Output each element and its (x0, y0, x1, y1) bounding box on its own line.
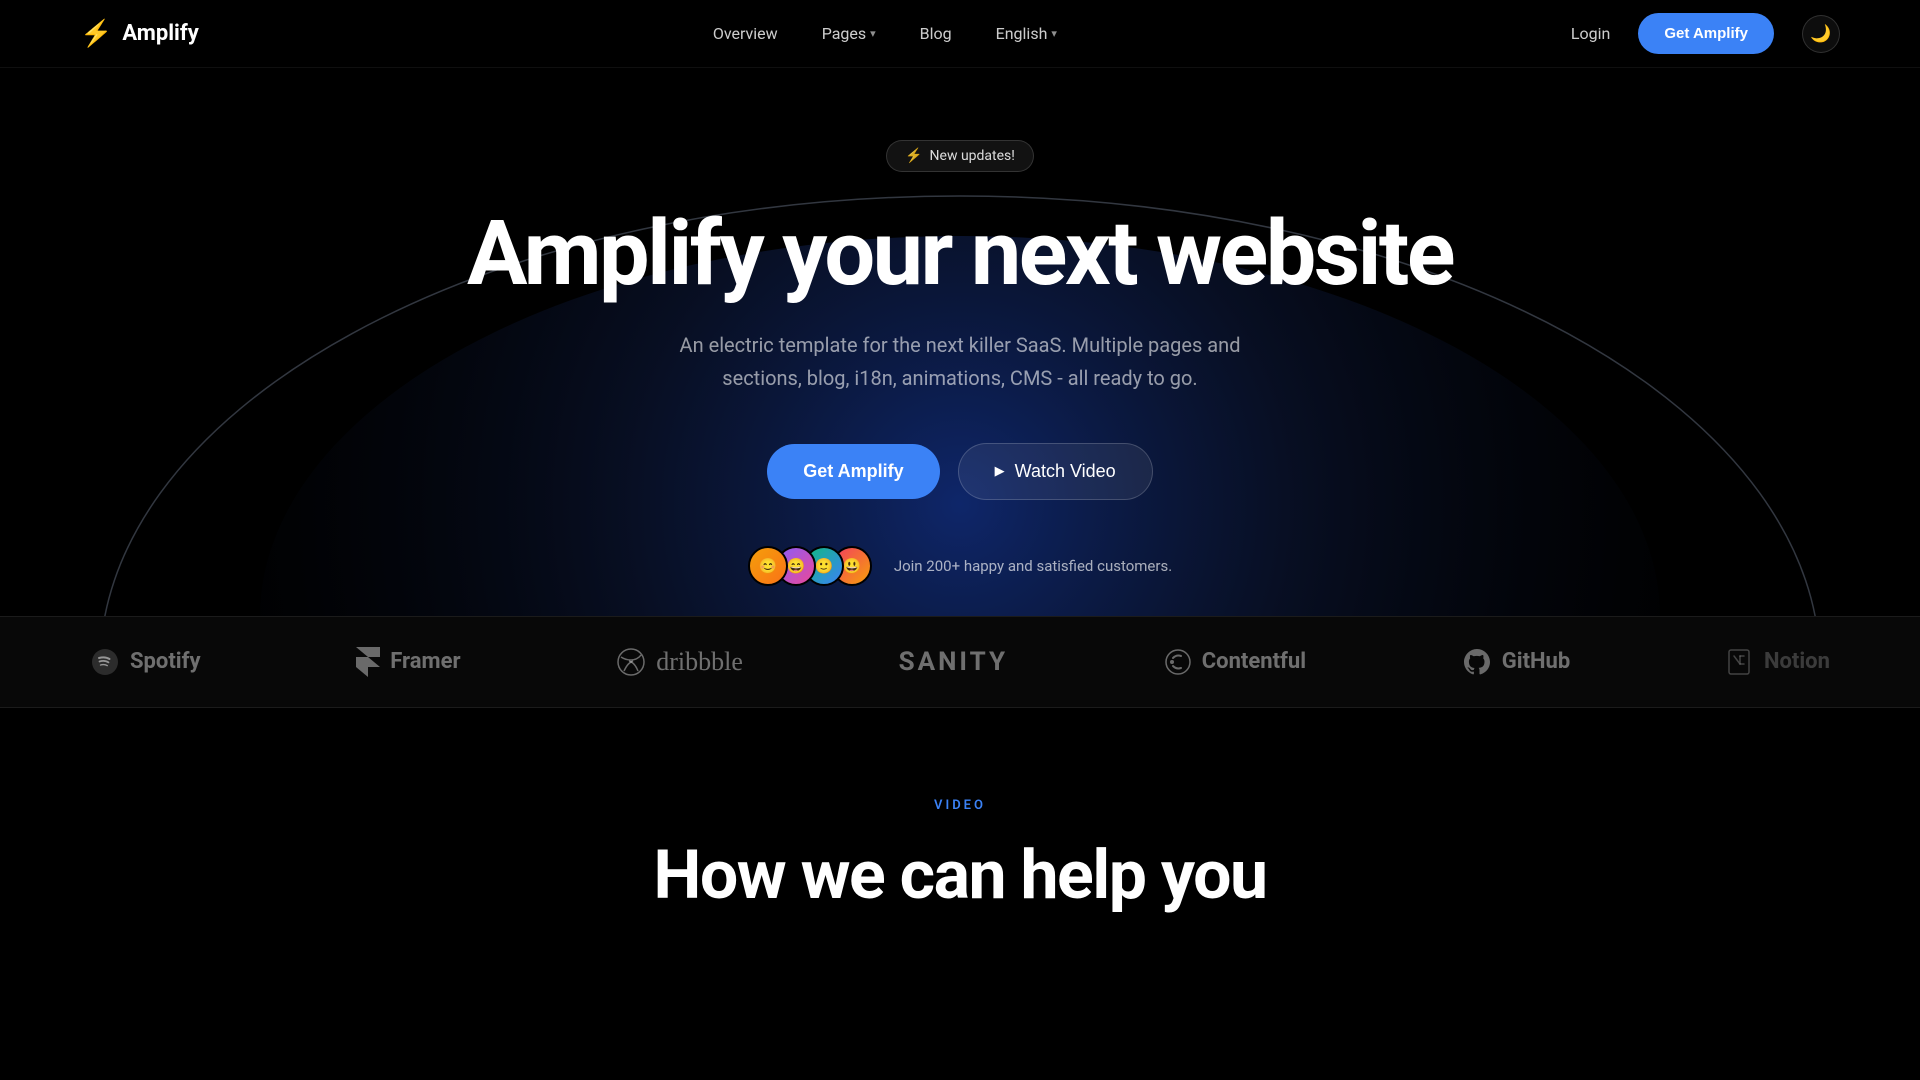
nav-logo[interactable]: ⚡ Amplify (80, 19, 199, 49)
contentful-icon (1164, 648, 1192, 676)
nav-link-language[interactable]: English ▾ (996, 24, 1057, 43)
new-updates-badge[interactable]: ⚡ New updates! (886, 140, 1034, 172)
chevron-down-icon: ▾ (1051, 27, 1057, 40)
brand-framer: Framer (356, 647, 460, 677)
brand-spotify: Spotify (90, 647, 201, 677)
dribbble-icon (616, 647, 646, 677)
brand-contentful: Contentful (1164, 648, 1306, 676)
navbar: ⚡ Amplify Overview Pages ▾ Blog English … (0, 0, 1920, 68)
logo-icon: ⚡ (80, 19, 112, 49)
brand-github: GitHub (1462, 647, 1571, 677)
brand-dribbble-label: dribbble (656, 647, 743, 677)
avatar: 😊 (748, 546, 788, 586)
brand-spotify-label: Spotify (130, 649, 201, 674)
nav-link-overview[interactable]: Overview (713, 24, 778, 43)
hero-watch-video-button[interactable]: ▶ Watch Video (958, 443, 1153, 500)
dark-mode-button[interactable]: 🌙 (1802, 15, 1840, 53)
avatars: 😊 😄 🙂 😃 (748, 546, 872, 586)
nav-links: Overview Pages ▾ Blog English ▾ (713, 24, 1057, 43)
brand-contentful-label: Contentful (1202, 649, 1306, 674)
spotify-icon (90, 647, 120, 677)
badge-icon: ⚡ (905, 148, 922, 164)
hero-title: Amplify your next website (460, 208, 1460, 301)
brand-framer-label: Framer (390, 649, 460, 674)
notion-icon (1726, 648, 1754, 676)
video-section-label: VIDEO (80, 798, 1840, 813)
brand-sanity-label: SANITY (899, 647, 1008, 677)
video-section: VIDEO How we can help you (0, 708, 1920, 975)
brand-github-label: GitHub (1502, 649, 1571, 674)
brand-notion: Notion (1726, 648, 1830, 676)
badge-text: New updates! (930, 148, 1015, 164)
github-icon (1462, 647, 1492, 677)
hero-subtitle: An electric template for the next killer… (675, 329, 1245, 395)
hero-get-amplify-button[interactable]: Get Amplify (767, 444, 939, 499)
nav-cta-button[interactable]: Get Amplify (1638, 13, 1774, 54)
brand-sanity: SANITY (899, 647, 1008, 677)
logo-text: Amplify (122, 21, 198, 46)
video-section-title: How we can help you (80, 835, 1840, 915)
login-link[interactable]: Login (1571, 24, 1610, 43)
hero-buttons: Get Amplify ▶ Watch Video (20, 443, 1900, 500)
brands-bar: Spotify Framer dribbble SANITY Contentfu… (0, 616, 1920, 708)
watch-video-label: Watch Video (1015, 461, 1116, 482)
nav-actions: Login Get Amplify 🌙 (1571, 13, 1840, 54)
play-icon: ▶ (995, 463, 1005, 479)
nav-link-pages[interactable]: Pages ▾ (822, 24, 876, 43)
framer-icon (356, 647, 380, 677)
social-proof: 😊 😄 🙂 😃 Join 200+ happy and satisfied cu… (20, 546, 1900, 616)
brand-notion-label: Notion (1764, 649, 1830, 674)
social-proof-text: Join 200+ happy and satisfied customers. (894, 557, 1172, 575)
chevron-down-icon: ▾ (870, 27, 876, 40)
hero-section: ⚡ New updates! Amplify your next website… (0, 68, 1920, 616)
brand-dribbble: dribbble (616, 647, 743, 677)
nav-link-blog[interactable]: Blog (920, 24, 952, 43)
